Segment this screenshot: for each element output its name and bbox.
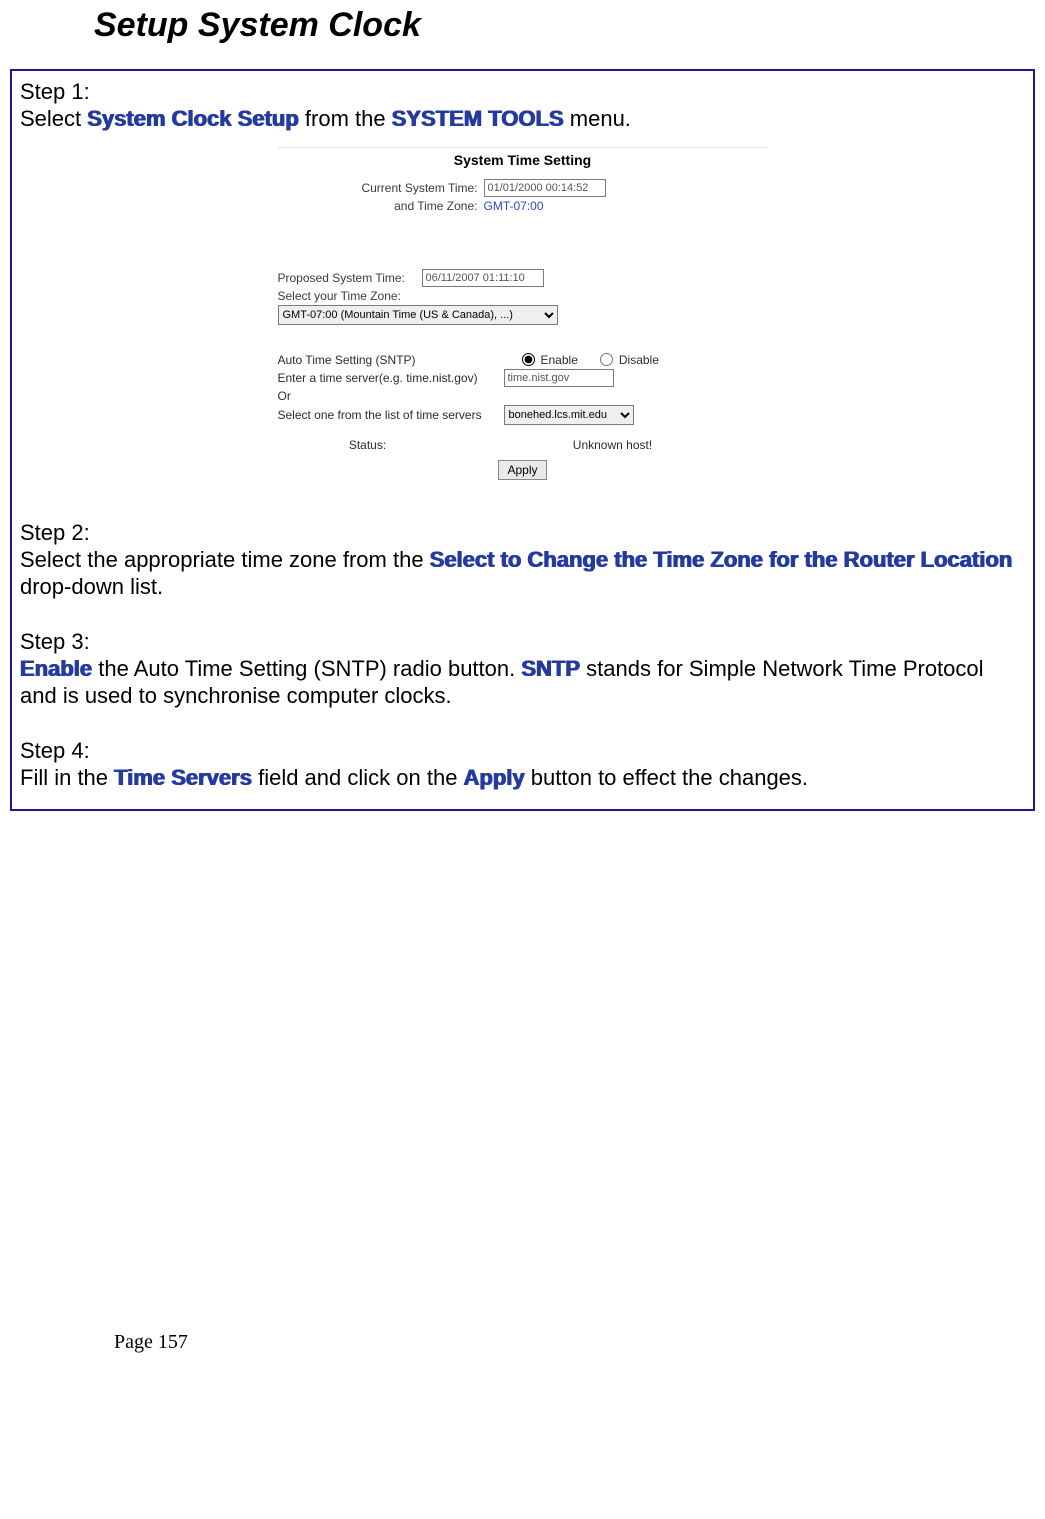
step2-label: Step 2: xyxy=(20,520,1025,546)
timezone-select[interactable]: GMT-07:00 (Mountain Time (US & Canada), … xyxy=(278,305,558,325)
page-number: Page 157 xyxy=(114,1331,1037,1354)
instructions-box: Step 1: Select System Clock Setup from t… xyxy=(10,69,1035,811)
step1-mid: from the xyxy=(299,106,392,131)
step4-label: Step 4: xyxy=(20,738,1025,764)
disable-radio-label: Disable xyxy=(619,353,659,367)
step3-em2: SNTP xyxy=(521,656,580,681)
step2-text: Select the appropriate time zone from th… xyxy=(20,546,1025,601)
step3-text: Enable the Auto Time Setting (SNTP) radi… xyxy=(20,655,1025,710)
proposed-time-field[interactable] xyxy=(422,269,544,287)
step1-post: menu. xyxy=(564,106,631,131)
step4-text: Fill in the Time Servers field and click… xyxy=(20,764,1025,792)
or-label: Or xyxy=(278,389,498,403)
step1-em1: System Clock Setup xyxy=(87,106,299,131)
step1-text: Select System Clock Setup from the SYSTE… xyxy=(20,105,1025,133)
step4-mid: field and click on the xyxy=(252,765,464,790)
disable-radio[interactable] xyxy=(600,353,613,366)
enter-server-label: Enter a time server(e.g. time.nist.gov) xyxy=(278,371,498,385)
step4-post: button to effect the changes. xyxy=(525,765,808,790)
step1-label: Step 1: xyxy=(20,79,1025,105)
auto-time-label: Auto Time Setting (SNTP) xyxy=(278,353,498,367)
time-server-input[interactable] xyxy=(504,369,614,387)
select-tz-label: Select your Time Zone: xyxy=(278,289,478,303)
step3-mid1: the Auto Time Setting (SNTP) radio butto… xyxy=(92,656,521,681)
step1-em2: SYSTEM TOOLS xyxy=(392,106,564,131)
current-time-label: Current System Time: xyxy=(278,181,478,195)
enable-radio[interactable] xyxy=(522,353,535,366)
step3-em1: Enable xyxy=(20,656,92,681)
step4-pre: Fill in the xyxy=(20,765,114,790)
page-title: Setup System Clock xyxy=(94,6,1037,45)
system-time-panel: System Time Setting Current System Time:… xyxy=(278,147,768,484)
step1-pre: Select xyxy=(20,106,87,131)
step2-em1: Select to Change the Time Zone for the R… xyxy=(430,547,1013,572)
time-server-select[interactable]: bonehed.lcs.mit.edu xyxy=(504,405,634,425)
select-server-label: Select one from the list of time servers xyxy=(278,408,498,422)
step3-label: Step 3: xyxy=(20,629,1025,655)
status-value: Unknown host! xyxy=(458,438,768,452)
step2-pre: Select the appropriate time zone from th… xyxy=(20,547,430,572)
timezone-label: and Time Zone: xyxy=(278,199,478,213)
status-label: Status: xyxy=(278,438,458,452)
panel-heading: System Time Setting xyxy=(278,148,768,178)
enable-radio-label: Enable xyxy=(541,353,578,367)
current-time-field xyxy=(484,179,606,197)
apply-button[interactable]: Apply xyxy=(498,460,546,480)
step4-em1: Time Servers xyxy=(114,765,252,790)
step4-em2: Apply xyxy=(464,765,525,790)
proposed-time-label: Proposed System Time: xyxy=(278,271,416,285)
step2-post: drop-down list. xyxy=(20,574,163,599)
timezone-value: GMT-07:00 xyxy=(484,199,544,213)
